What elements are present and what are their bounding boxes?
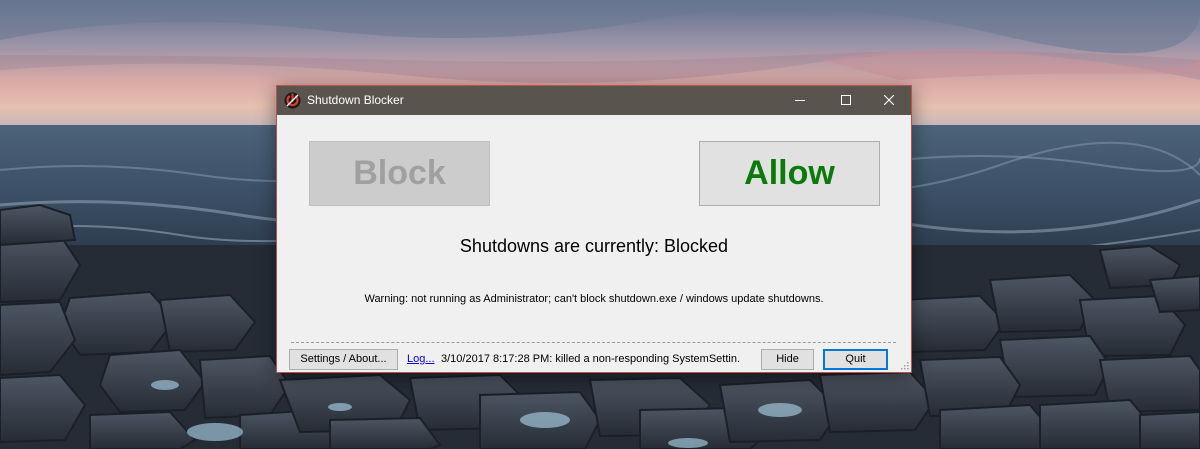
desktop: Shutdown Blocker Block Allow Shutdowns a…: [0, 0, 1200, 449]
shutdown-status-text: Shutdowns are currently: Blocked: [459, 236, 729, 256]
block-button[interactable]: Block: [309, 141, 490, 206]
last-log-entry: 3/10/2017 8:17:28 PM: killed a non-respo…: [441, 353, 741, 365]
minimize-icon: [795, 100, 805, 101]
log-link[interactable]: Log...: [407, 353, 435, 365]
hide-button[interactable]: Hide: [761, 349, 814, 370]
power-app-icon: [284, 92, 301, 109]
close-button[interactable]: [866, 86, 912, 115]
footer-separator: [291, 342, 896, 343]
title-bar[interactable]: Shutdown Blocker: [277, 86, 911, 115]
allow-button[interactable]: Allow: [699, 141, 880, 206]
shutdown-blocker-window: Shutdown Blocker Block Allow Shutdowns a…: [276, 85, 912, 373]
maximize-button[interactable]: [823, 86, 869, 115]
resize-grip-icon[interactable]: [899, 360, 909, 370]
quit-button[interactable]: Quit: [823, 349, 888, 370]
close-icon: [884, 95, 894, 105]
window-title: Shutdown Blocker: [307, 93, 404, 107]
settings-about-button[interactable]: Settings / About...: [289, 349, 398, 370]
admin-warning-text: Warning: not running as Administrator; c…: [364, 293, 824, 305]
maximize-icon: [841, 95, 851, 105]
minimize-button[interactable]: [777, 86, 823, 115]
window-client-area: Block Allow Shutdowns are currently: Blo…: [277, 115, 911, 372]
